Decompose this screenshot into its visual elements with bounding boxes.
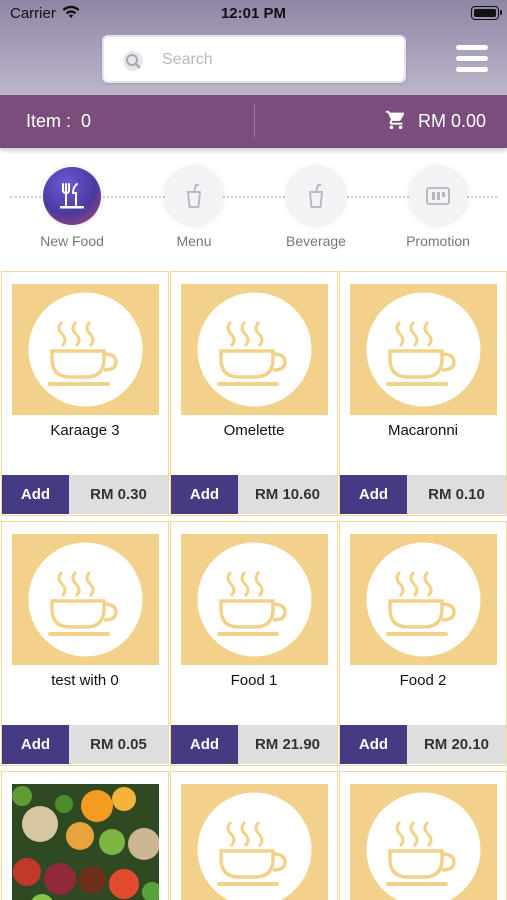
status-bar: Carrier 12:01 PM — [0, 0, 507, 28]
coffee-cup-icon — [197, 292, 312, 407]
product-image — [12, 534, 159, 665]
drink-cup-icon — [187, 184, 201, 208]
add-button[interactable]: Add — [171, 725, 238, 764]
coffee-cup-icon — [197, 792, 312, 900]
category-beverage[interactable]: Beverage — [256, 167, 376, 249]
product-image — [181, 284, 328, 415]
category-icon-circle — [409, 167, 467, 225]
category-menu[interactable]: Menu — [134, 167, 254, 249]
product-image — [350, 534, 497, 665]
product-price: RM 20.10 — [407, 725, 506, 764]
coffee-cup-icon — [197, 542, 312, 657]
battery-icon — [471, 6, 502, 20]
product-price: RM 10.60 — [238, 475, 337, 514]
product-image — [350, 784, 497, 900]
search-icon — [123, 51, 143, 71]
add-button[interactable]: Add — [171, 475, 238, 514]
product-card[interactable]: Karaage 3 Add RM 0.30 — [1, 271, 169, 516]
category-tabs: New Food Menu Beverage Promotion — [0, 150, 507, 260]
search-input[interactable] — [162, 47, 392, 73]
category-promotion[interactable]: Promotion — [378, 167, 498, 249]
product-card[interactable] — [339, 771, 507, 900]
category-label: Beverage — [286, 233, 346, 249]
category-label: New Food — [40, 233, 104, 249]
product-name: test with 0 — [51, 672, 119, 689]
product-image — [181, 784, 328, 900]
category-icon-circle — [287, 167, 345, 225]
product-image — [12, 284, 159, 415]
coffee-cup-icon — [366, 292, 481, 407]
product-name: Food 1 — [230, 672, 278, 689]
product-price: RM 0.10 — [407, 475, 506, 514]
category-label: Menu — [176, 233, 212, 249]
product-price: RM 21.90 — [238, 725, 337, 764]
coffee-cup-icon — [366, 542, 481, 657]
menu-line-icon — [456, 45, 488, 50]
product-name: Karaage 3 — [50, 422, 120, 439]
product-card[interactable]: Food 2 Add RM 20.10 — [339, 521, 507, 766]
product-card[interactable] — [170, 771, 338, 900]
product-price: RM 0.30 — [69, 475, 168, 514]
search-box[interactable] — [102, 35, 406, 83]
product-name: Macaronni — [387, 422, 459, 439]
add-button[interactable]: Add — [340, 475, 407, 514]
menu-line-icon — [456, 56, 488, 61]
product-card[interactable]: Macaronni Add RM 0.10 — [339, 271, 507, 516]
product-card[interactable]: Food 1 Add RM 21.90 — [170, 521, 338, 766]
product-name: Omelette — [223, 422, 285, 439]
product-image — [12, 784, 159, 900]
category-label: Promotion — [406, 233, 470, 249]
cart-total: RM 0.00 — [417, 111, 486, 131]
product-name: Food 2 — [399, 672, 447, 689]
product-card[interactable] — [1, 771, 169, 900]
add-button[interactable]: Add — [2, 475, 69, 514]
promotion-icon — [426, 187, 450, 205]
product-price: RM 0.05 — [69, 725, 168, 764]
drink-cup-icon — [309, 184, 323, 208]
product-card[interactable]: Omelette Add RM 10.60 — [170, 271, 338, 516]
add-button[interactable]: Add — [340, 725, 407, 764]
product-image — [181, 534, 328, 665]
coffee-cup-icon — [28, 292, 143, 407]
clock: 12:01 PM — [220, 5, 287, 22]
vegetables-photo — [12, 784, 159, 900]
add-button[interactable]: Add — [2, 725, 69, 764]
bar-divider — [254, 104, 255, 138]
cart-icon[interactable] — [385, 109, 407, 131]
utensils-icon — [60, 183, 84, 209]
category-icon-circle — [43, 167, 101, 225]
hamburger-menu-button[interactable] — [456, 45, 488, 73]
menu-line-icon — [456, 67, 488, 72]
category-new-food[interactable]: New Food — [12, 167, 132, 249]
cart-summary-bar: Item : 0 RM 0.00 — [0, 95, 507, 148]
item-count: Item : 0 — [26, 111, 92, 131]
coffee-cup-icon — [28, 542, 143, 657]
top-header: Carrier 12:01 PM — [0, 0, 507, 95]
category-icon-circle — [165, 167, 223, 225]
product-card[interactable]: test with 0 Add RM 0.05 — [1, 521, 169, 766]
product-image — [350, 284, 497, 415]
coffee-cup-icon — [366, 792, 481, 900]
